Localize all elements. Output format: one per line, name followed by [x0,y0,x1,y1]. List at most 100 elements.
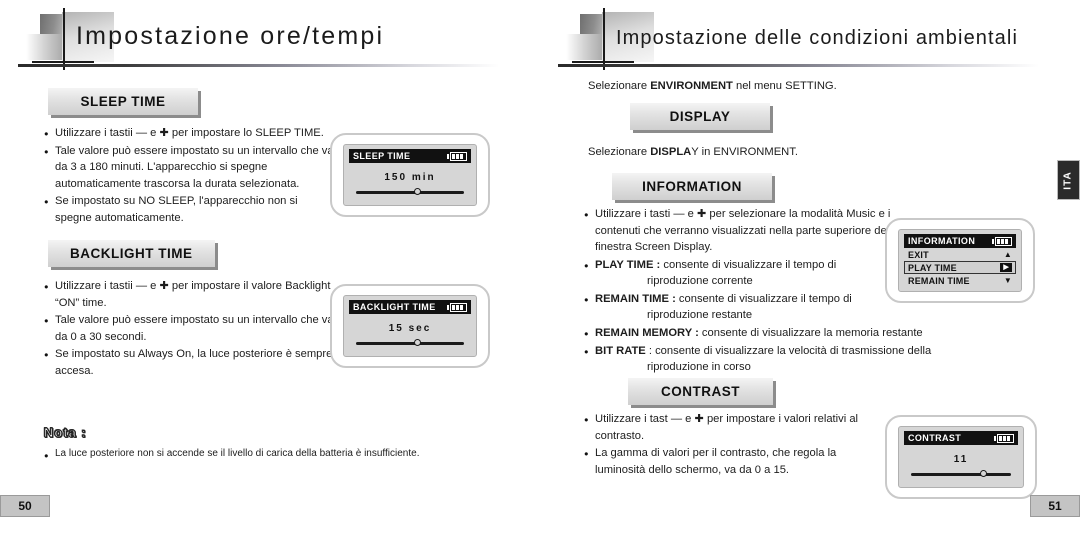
lcd-title-bar: CONTRAST [904,431,1018,445]
list-item: Utilizzare i tastii — e ✚ per impostare … [44,125,334,142]
list-item[interactable]: REMAIN TIME ▼ [904,274,1016,287]
lcd-panel: CONTRAST 11 [898,426,1024,488]
slider-knob [414,188,422,195]
menu-item-label: PLAY TIME [908,262,957,273]
slider-knob [414,339,422,346]
display-line-post: Y in ENVIRONMENT. [691,146,798,158]
list-item-text: : consente di visualizzare la velocità d… [645,344,932,357]
backlight-time-device-screen: BACKLIGHT TIME 15 sec [330,284,490,368]
information-menu-list: EXIT ▲ PLAY TIME ▶ REMAIN TIME ▼ [904,248,1016,287]
arrow-right-icon: ▶ [1000,263,1012,272]
section-information: INFORMATION [612,173,772,200]
language-tab-ita: ITA [1057,160,1080,200]
information-text: Utilizzare i tasti — e ✚ per selezionare… [584,206,931,377]
list-item: Tale valore può essere impostato su un i… [44,312,340,345]
menu-item-label: EXIT [908,249,929,260]
header-rule [558,64,1039,67]
list-item-text: consente di visualizzare la memoria rest… [698,327,923,340]
list-item-label: PLAY TIME : [595,258,661,271]
lcd-title-text: BACKLIGHT TIME [353,302,436,312]
list-item: Utilizzare i tasti — e ✚ per selezionare… [584,206,909,256]
page-number-left: 50 [0,495,50,517]
display-line-pre: Selezionare [588,146,651,158]
contrast-pill-label: CONTRAST [628,378,773,405]
list-item-text: consente di visualizzare il tempo di [660,258,837,271]
header-rule [18,64,499,67]
arrow-up-icon: ▲ [1003,249,1012,259]
slider-knob [979,470,987,477]
nota-title: Nota : [44,424,87,440]
list-item-cont: riproduzione restante [647,309,753,322]
list-item: REMAIN TIME : consente di visualizzare i… [584,291,909,324]
list-item-cont: riproduzione corrente [647,275,753,288]
lcd-title-bar: BACKLIGHT TIME [349,300,471,314]
lcd-panel: SLEEP TIME 150 min [343,144,477,206]
list-item-label: REMAIN TIME : [595,292,676,305]
left-page-title: Impostazione ore/tempi [76,22,385,50]
intro-bold: ENVIRONMENT [650,80,733,92]
section-display: DISPLAY [630,103,770,130]
left-page-header: Impostazione ore/tempi [18,8,518,74]
battery-icon [994,433,1014,443]
lcd-value: 150 min [384,172,436,183]
list-item[interactable]: EXIT ▲ [904,248,1016,261]
contrast-text: Utilizzare i tast — e ✚ per impostare i … [584,411,879,479]
right-page-header: Impostazione delle condizioni ambientali [558,8,1058,74]
list-item: Tale valore può essere impostato su un i… [44,143,334,193]
lcd-title-bar: INFORMATION [904,234,1016,248]
sleep-time-device-screen: SLEEP TIME 150 min [330,133,490,217]
battery-icon [447,151,467,161]
manual-page-spread: Impostazione ore/tempi SLEEP TIME Utiliz… [0,0,1080,539]
lcd-value: 15 sec [388,323,432,334]
list-item: La luce posteriore non si accende se il … [44,447,464,464]
right-page-title: Impostazione delle condizioni ambientali [616,27,1018,49]
list-item: Utilizzare i tastii — e ✚ per impostare … [44,278,340,311]
list-item-label: REMAIN MEMORY : [595,327,699,340]
information-device-screen: INFORMATION EXIT ▲ PLAY TIME ▶ REMAIN TI… [885,218,1035,303]
intro-pre: Selezionare [588,80,651,92]
display-pill-label: DISPLAY [630,103,770,130]
information-pill-label: INFORMATION [612,173,772,200]
right-page: Impostazione delle condizioni ambientali… [540,0,1080,539]
backlight-time-pill-label: BACKLIGHT TIME [48,240,215,267]
section-contrast: CONTRAST [628,378,773,405]
sleep-time-text: Utilizzare i tastii — e ✚ per impostare … [44,125,334,227]
lcd-panel: INFORMATION EXIT ▲ PLAY TIME ▶ REMAIN TI… [898,229,1022,292]
section-sleep-time: SLEEP TIME [48,88,198,115]
lcd-title-text: CONTRAST [908,433,962,443]
list-item-text: consente di visualizzare il tempo di [675,292,852,305]
sleep-time-pill-label: SLEEP TIME [48,88,198,115]
section-backlight-time: BACKLIGHT TIME [48,240,215,267]
environment-intro: Selezionare ENVIRONMENT nel menu SETTING… [588,80,837,92]
lcd-value: 11 [953,454,969,465]
lcd-slider [911,470,1011,478]
contrast-device-screen: CONTRAST 11 [885,415,1037,499]
nota-block: Nota : La luce posteriore non si accende… [44,423,464,464]
display-line-bold: DISPLA [650,146,692,158]
backlight-time-text: Utilizzare i tastii — e ✚ per impostare … [44,278,340,380]
battery-icon [447,302,467,312]
list-item: PLAY TIME : consente di visualizzare il … [584,257,909,290]
lcd-panel: BACKLIGHT TIME 15 sec [343,295,477,357]
list-item[interactable]: PLAY TIME ▶ [904,261,1016,274]
intro-post: nel menu SETTING. [732,80,837,92]
page-number-right: 51 [1030,495,1080,517]
list-item: BIT RATE : consente di visualizzare la v… [584,343,936,376]
lcd-slider [356,339,464,347]
list-item: La gamma di valori per il contrasto, che… [584,445,879,478]
menu-item-label: REMAIN TIME [908,275,970,286]
list-item: Utilizzare i tast — e ✚ per impostare i … [584,411,879,444]
list-item-label: BIT RATE [595,344,646,357]
battery-icon [992,236,1012,246]
lcd-title-bar: SLEEP TIME [349,149,471,163]
display-text: Selezionare DISPLAY in ENVIRONMENT. [588,146,798,158]
arrow-down-icon: ▼ [1003,275,1012,285]
left-page: Impostazione ore/tempi SLEEP TIME Utiliz… [0,0,540,539]
list-item: Se impostato su NO SLEEP, l'apparecchio … [44,193,334,226]
list-item: REMAIN MEMORY : consente di visualizzare… [584,325,934,342]
list-item: Se impostato su Always On, la luce poste… [44,346,340,379]
list-item-cont: riproduzione in corso [647,361,751,374]
lcd-title-text: SLEEP TIME [353,151,411,161]
lcd-slider [356,188,464,196]
language-tab-label: ITA [1063,170,1074,190]
